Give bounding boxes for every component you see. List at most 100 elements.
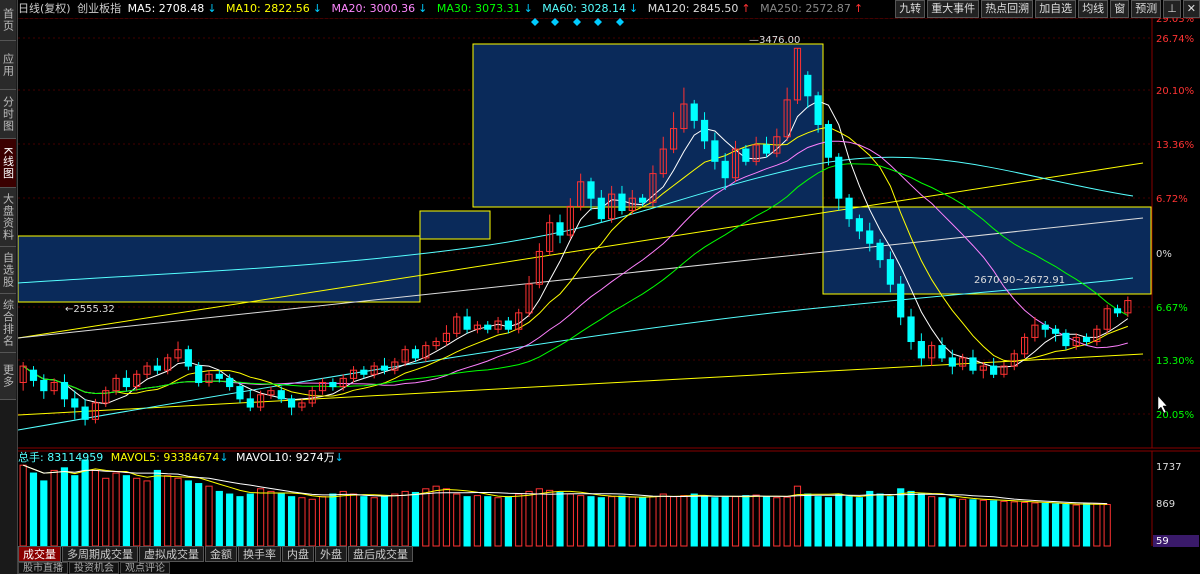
volume-bar <box>349 493 358 547</box>
add-watchlist-button[interactable]: 加自选 <box>1035 0 1077 18</box>
tab-volume[interactable]: 成交量 <box>18 546 61 562</box>
nine-turn-button[interactable]: 九转 <box>895 0 926 18</box>
candle-body <box>587 181 595 199</box>
tab-live[interactable]: 股市直播 <box>18 562 68 574</box>
volume-bar <box>700 496 709 547</box>
chart-type-label: 日线(复权) <box>18 2 71 15</box>
volume-bar <box>122 475 131 547</box>
sidebar-item-more[interactable]: 更多 <box>0 353 16 400</box>
major-events-button[interactable]: 重大事件 <box>927 0 980 18</box>
event-marker-icon[interactable] <box>594 18 602 26</box>
candle-body <box>711 140 719 162</box>
volume-bar <box>628 496 636 547</box>
ma30-label: MA30: 3073.31 ↓ <box>436 2 533 15</box>
volume-bar <box>659 493 667 547</box>
candle-body <box>463 316 471 330</box>
tab-outer-volume[interactable]: 外盘 <box>315 546 347 562</box>
volume-bar <box>876 493 884 547</box>
range-annotation: 2670.90~2672.91 <box>974 275 1065 286</box>
volume-bar <box>195 483 203 547</box>
event-marker-icon[interactable] <box>531 18 539 26</box>
candle-body <box>897 283 905 318</box>
price-axis-label: 6.72% <box>1156 194 1188 205</box>
candle-body <box>40 379 48 392</box>
tab-opinions[interactable]: 观点评论 <box>120 562 170 574</box>
sidebar-item-apps[interactable]: 应用 <box>0 41 16 90</box>
pin-icon[interactable]: ⊥ <box>1163 0 1181 18</box>
volume-axis: 1737 869 59 <box>1153 462 1199 547</box>
volume-bar <box>577 495 585 547</box>
mavol10-label: MAVOL10: 9274万↓ <box>236 451 344 464</box>
sidebar-item-ranking[interactable]: 综合排名 <box>0 294 16 353</box>
tab-inner-volume[interactable]: 内盘 <box>282 546 314 562</box>
volume-bar <box>102 477 110 547</box>
volume-bar <box>391 493 399 547</box>
volume-bar <box>597 497 605 547</box>
volume-bar <box>318 496 327 547</box>
volume-bar <box>907 490 915 547</box>
volume-bar <box>1041 502 1049 547</box>
window-button[interactable]: 窗 <box>1110 0 1130 18</box>
volume-bar <box>401 490 409 547</box>
tab-virtual-volume[interactable]: 虚拟成交量 <box>139 546 204 562</box>
sidebar-item-home[interactable]: 首页 <box>0 0 16 41</box>
volume-bar <box>19 464 27 547</box>
volume-bar <box>535 488 543 547</box>
sidebar-item-market-info[interactable]: 大盘资料 <box>0 188 16 247</box>
price-axis-label: 0% <box>1156 249 1172 260</box>
price-axis-label: 29.03% <box>1156 18 1194 25</box>
tab-amount[interactable]: 金额 <box>205 546 237 562</box>
sidebar-item-intraday[interactable]: 分时图 <box>0 90 16 139</box>
volume-bar <box>298 497 306 547</box>
event-marker-icon[interactable] <box>551 18 559 26</box>
candle-body <box>287 398 296 408</box>
tab-turnover[interactable]: 换手率 <box>238 546 281 562</box>
close-icon[interactable]: ✕ <box>1182 0 1200 18</box>
volume-bar <box>432 485 440 547</box>
ma10-label: MA10: 2822.56 ↓ <box>226 2 322 15</box>
volume-bar <box>329 493 337 547</box>
volume-bars <box>19 459 1111 547</box>
volume-bar <box>804 493 812 547</box>
volume-bar <box>174 477 182 547</box>
volume-bar <box>742 495 750 547</box>
event-marker-icon[interactable] <box>573 18 581 26</box>
volume-bar <box>669 496 678 547</box>
candle-body <box>215 373 223 379</box>
volume-bar <box>886 496 894 547</box>
volume-bar <box>731 496 740 547</box>
price-axis-label: 13.30% <box>1156 356 1194 367</box>
candle-body <box>195 365 203 383</box>
volume-axis-label: 59 <box>1156 536 1169 547</box>
kline-chart[interactable]: —3476.00 ←2555.32 2670.90~2672.91 29.03%… <box>18 18 1200 574</box>
tab-multi-period-volume[interactable]: 多周期成交量 <box>62 546 138 562</box>
ma-lines-button[interactable]: 均线 <box>1078 0 1109 18</box>
event-marker-icon[interactable] <box>616 18 624 26</box>
hotspot-review-button[interactable]: 热点回溯 <box>981 0 1034 18</box>
candle-body <box>60 381 69 400</box>
candle-body <box>380 365 389 371</box>
volume-bar <box>1051 503 1060 547</box>
volume-bar <box>380 496 389 547</box>
sidebar-item-watchlist[interactable]: 自选股 <box>0 247 16 294</box>
volume-bar <box>308 498 316 547</box>
candle-body <box>184 349 192 367</box>
tab-opportunities[interactable]: 投资机会 <box>69 562 119 574</box>
sidebar-item-kline[interactable]: K线图 <box>0 139 16 188</box>
candle-body <box>639 197 647 203</box>
candle-body <box>1051 328 1060 334</box>
price-axis-label: 6.67% <box>1156 303 1188 314</box>
volume-bar <box>783 496 791 547</box>
volume-bar <box>277 493 285 547</box>
volume-bar <box>928 496 936 547</box>
volume-bar <box>246 493 254 547</box>
volume-bar <box>60 467 69 547</box>
forecast-button[interactable]: 预测 <box>1131 0 1162 18</box>
volume-axis-label: 1737 <box>1156 462 1181 473</box>
volume-bar <box>1062 504 1070 547</box>
volume-bar <box>1082 502 1091 547</box>
tab-after-hours-volume[interactable]: 盘后成交量 <box>348 546 413 562</box>
candle-body <box>246 398 254 408</box>
volume-bar <box>133 477 141 547</box>
volume-bar <box>422 488 430 547</box>
